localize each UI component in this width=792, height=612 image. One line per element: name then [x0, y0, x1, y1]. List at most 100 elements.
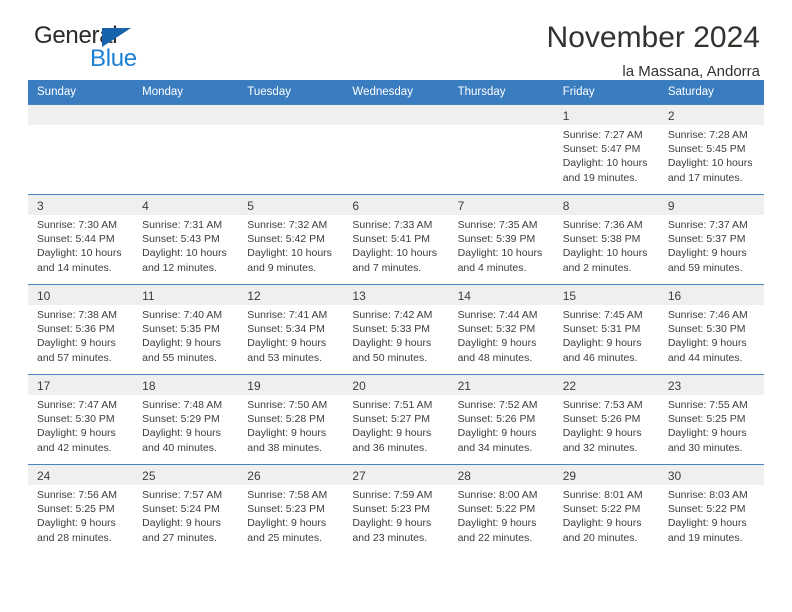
sunset-text: Sunset: 5:44 PM [37, 233, 115, 246]
calendar-day-cell[interactable]: 4 Sunrise: 7:31 AM Sunset: 5:43 PM Daylight… [133, 194, 239, 285]
calendar-day-cell[interactable]: 11 Sunrise: 7:40 AM Sunset: 5:35 PM Dayligh… [133, 284, 239, 375]
day-details: Sunrise: 7:47 AM Sunset: 5:30 PM Daylight:… [28, 395, 133, 455]
day-number: 29 [553, 465, 659, 485]
day-number: 1 [553, 105, 659, 125]
calendar-day-cell[interactable]: 6 Sunrise: 7:33 AM Sunset: 5:41 PM Daylight… [343, 194, 449, 285]
calendar-day-cell[interactable]: 10 Sunrise: 7:38 AM Sunset: 5:36 PM Dayligh… [28, 284, 134, 375]
daylight-text: Daylight: 10 hours and 12 minutes. [142, 247, 227, 274]
calendar-day-cell[interactable]: 12 Sunrise: 7:41 AM Sunset: 5:34 PM Dayligh… [238, 284, 344, 375]
day-number: 28 [448, 465, 554, 485]
sunrise-text: Sunrise: 7:33 AM [352, 219, 433, 231]
calendar-day-cell[interactable]: 2 Sunrise: 7:28 AM Sunset: 5:45 PM Daylight… [658, 104, 764, 195]
weekday-header-thursday: Thursday [448, 80, 554, 105]
calendar-day-cell[interactable]: 14 Sunrise: 7:44 AM Sunset: 5:32 PM Dayligh… [448, 284, 554, 375]
day-details: Sunrise: 8:00 AM Sunset: 5:22 PM Daylight:… [449, 485, 554, 545]
calendar-day-cell[interactable]: 27 Sunrise: 7:59 AM Sunset: 5:23 PM Dayligh… [343, 464, 449, 555]
day-number: 22 [553, 375, 659, 395]
day-details: Sunrise: 7:52 AM Sunset: 5:26 PM Daylight:… [449, 395, 554, 455]
day-number: 13 [343, 285, 449, 305]
sunset-text: Sunset: 5:29 PM [142, 413, 220, 426]
daylight-text: Daylight: 10 hours and 2 minutes. [562, 247, 648, 274]
daylight-text: Daylight: 9 hours and 38 minutes. [247, 427, 327, 454]
calendar-day-cell[interactable]: 13 Sunrise: 7:42 AM Sunset: 5:33 PM Dayligh… [343, 284, 449, 375]
day-details: Sunrise: 7:58 AM Sunset: 5:23 PM Daylight:… [238, 485, 343, 545]
sunset-text: Sunset: 5:24 PM [142, 503, 220, 516]
sunset-text: Sunset: 5:23 PM [247, 503, 325, 516]
calendar-day-cell[interactable]: 22 Sunrise: 7:53 AM Sunset: 5:26 PM Dayligh… [553, 374, 659, 465]
day-number: 19 [238, 375, 344, 395]
sunrise-text: Sunrise: 7:32 AM [247, 219, 328, 231]
calendar-body: 1 Sunrise: 7:27 AM Sunset: 5:47 PM Daylight… [28, 104, 764, 555]
day-number: 30 [658, 465, 764, 485]
sunset-text: Sunset: 5:27 PM [352, 413, 431, 426]
calendar-day-cell[interactable]: 8 Sunrise: 7:36 AM Sunset: 5:38 PM Daylight… [553, 194, 659, 285]
calendar-day-cell[interactable]: 20 Sunrise: 7:51 AM Sunset: 5:27 PM Dayligh… [343, 374, 449, 465]
calendar-day-cell[interactable]: 26 Sunrise: 7:58 AM Sunset: 5:23 PM Dayligh… [238, 464, 344, 555]
day-number: 6 [343, 195, 449, 215]
calendar-day-cell[interactable]: 29 Sunrise: 8:01 AM Sunset: 5:22 PM Dayligh… [553, 464, 659, 555]
sunset-text: Sunset: 5:22 PM [457, 503, 536, 516]
sunrise-text: Sunrise: 7:38 AM [37, 309, 117, 321]
calendar-day-cell[interactable]: 5 Sunrise: 7:32 AM Sunset: 5:42 PM Daylight… [238, 194, 344, 285]
calendar-day-cell[interactable]: 16 Sunrise: 7:46 AM Sunset: 5:30 PM Dayligh… [658, 284, 764, 375]
calendar-day-cell[interactable]: 9 Sunrise: 7:37 AM Sunset: 5:37 PM Daylight… [658, 194, 764, 285]
sunrise-text: Sunrise: 7:58 AM [247, 489, 328, 501]
sunrise-text: Sunrise: 7:35 AM [457, 219, 538, 231]
daylight-text: Daylight: 9 hours and 40 minutes. [142, 427, 221, 454]
weekday-header-tuesday: Tuesday [238, 80, 344, 105]
day-number: 15 [553, 285, 659, 305]
sunset-text: Sunset: 5:45 PM [667, 143, 746, 156]
day-number: 12 [238, 285, 344, 305]
day-details: Sunrise: 7:31 AM Sunset: 5:43 PM Daylight:… [133, 215, 238, 275]
sunrise-text: Sunrise: 7:40 AM [142, 309, 223, 321]
daylight-text: Daylight: 9 hours and 59 minutes. [667, 247, 747, 274]
sunset-text: Sunset: 5:33 PM [352, 323, 431, 336]
sunrise-text: Sunrise: 7:44 AM [457, 309, 538, 321]
sunset-text: Sunset: 5:37 PM [667, 233, 746, 246]
weekday-header-saturday: Saturday [658, 80, 764, 105]
daylight-text: Daylight: 10 hours and 14 minutes. [37, 247, 122, 274]
calendar-day-cell[interactable]: 18 Sunrise: 7:48 AM Sunset: 5:29 PM Dayligh… [133, 374, 239, 465]
calendar-day-cell[interactable]: 25 Sunrise: 7:57 AM Sunset: 5:24 PM Dayligh… [133, 464, 239, 555]
day-number: 2 [658, 105, 764, 125]
day-number: 11 [133, 285, 239, 305]
day-number: 24 [28, 465, 134, 485]
calendar-day-cell[interactable]: 19 Sunrise: 7:50 AM Sunset: 5:28 PM Dayligh… [238, 374, 344, 465]
sunrise-text: Sunrise: 7:59 AM [352, 489, 433, 501]
daylight-text: Daylight: 9 hours and 27 minutes. [142, 517, 221, 544]
brand-name-blue: Blue [90, 45, 137, 72]
sunset-text: Sunset: 5:26 PM [457, 413, 536, 426]
day-number: 27 [343, 465, 449, 485]
calendar-day-cell[interactable]: 15 Sunrise: 7:45 AM Sunset: 5:31 PM Dayligh… [553, 284, 659, 375]
calendar-day-cell[interactable]: 1 Sunrise: 7:27 AM Sunset: 5:47 PM Daylight… [553, 104, 659, 195]
brand-logo[interactable]: General Blue [28, 22, 158, 74]
page-title: November 2024 [546, 21, 760, 54]
calendar-day-cell[interactable]: 24 Sunrise: 7:56 AM Sunset: 5:25 PM Dayligh… [28, 464, 134, 555]
calendar-day-cell[interactable]: 7 Sunrise: 7:35 AM Sunset: 5:39 PM Daylight… [448, 194, 554, 285]
sunrise-text: Sunrise: 7:56 AM [37, 489, 117, 501]
title-block: November 2024 la Massana, Andorra [547, 22, 764, 80]
calendar-day-cell[interactable]: 28 Sunrise: 8:00 AM Sunset: 5:22 PM Dayligh… [448, 464, 554, 555]
daylight-text: Daylight: 10 hours and 9 minutes. [247, 247, 332, 274]
calendar-day-cell[interactable]: 30 Sunrise: 8:03 AM Sunset: 5:22 PM Dayligh… [658, 464, 764, 555]
sunrise-text: Sunrise: 7:57 AM [142, 489, 223, 501]
calendar-day-cell[interactable]: 17 Sunrise: 7:47 AM Sunset: 5:30 PM Dayligh… [28, 374, 134, 465]
sunrise-text: Sunrise: 8:01 AM [562, 489, 643, 501]
sunrise-text: Sunrise: 7:47 AM [37, 399, 117, 411]
sunset-text: Sunset: 5:35 PM [142, 323, 220, 336]
calendar-day-cell[interactable]: 3 Sunrise: 7:30 AM Sunset: 5:44 PM Daylight… [28, 194, 134, 285]
page-header: General Blue November 2024 la Massana, A… [28, 0, 764, 80]
calendar-week-row: 10 Sunrise: 7:38 AM Sunset: 5:36 PM Dayligh… [28, 284, 764, 375]
daylight-text: Daylight: 9 hours and 53 minutes. [247, 337, 327, 364]
day-number: 4 [133, 195, 239, 215]
sunset-text: Sunset: 5:38 PM [562, 233, 641, 246]
daylight-text: Daylight: 9 hours and 55 minutes. [142, 337, 221, 364]
daylight-text: Daylight: 9 hours and 57 minutes. [37, 337, 116, 364]
day-number: 23 [658, 375, 764, 395]
day-number [343, 105, 449, 125]
calendar-day-cell[interactable]: 21 Sunrise: 7:52 AM Sunset: 5:26 PM Dayligh… [448, 374, 554, 465]
calendar-day-cell[interactable]: 23 Sunrise: 7:55 AM Sunset: 5:25 PM Dayligh… [658, 374, 764, 465]
daylight-text: Daylight: 10 hours and 17 minutes. [667, 157, 753, 184]
calendar-week-row: 1 Sunrise: 7:27 AM Sunset: 5:47 PM Daylight… [28, 104, 764, 195]
day-number: 25 [133, 465, 239, 485]
